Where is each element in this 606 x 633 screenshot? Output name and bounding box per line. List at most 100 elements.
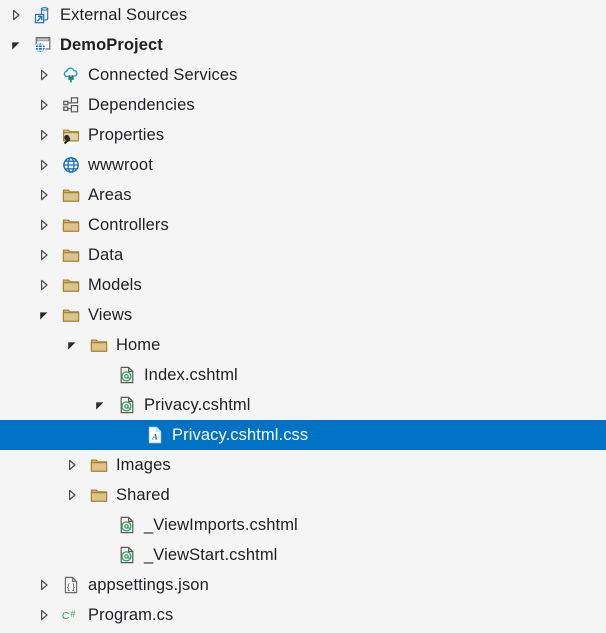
expander-expand-icon[interactable] [36,187,52,203]
tree-icon-gap [52,165,61,166]
tree-icon-gap [108,555,117,556]
json-file-icon: { } [61,575,81,595]
tree-item[interactable]: Index.cshtml [0,360,606,390]
globe-icon [61,155,81,175]
expander-collapse-icon[interactable] [92,397,108,413]
tree-item[interactable]: _ViewStart.cshtml [0,540,606,570]
svg-text:#: # [70,609,76,620]
folder-icon [61,245,81,265]
tree-icon-gap [80,495,89,496]
tree-icon-gap [52,585,61,586]
tree-item[interactable]: Privacy.cshtml [0,390,606,420]
expander-expand-icon[interactable] [36,247,52,263]
tree-item-label: _ViewStart.cshtml [144,545,278,564]
expander-collapse-icon[interactable] [64,337,80,353]
expander-collapse-icon[interactable] [8,37,24,53]
tree-item[interactable]: Properties [0,120,606,150]
expander-expand-icon[interactable] [36,97,52,113]
tree-icon-gap [108,375,117,376]
tree-item[interactable]: Connected Services [0,60,606,90]
tree-item-label: External Sources [60,5,188,24]
tree-item-label: Images [116,455,171,474]
tree-icon-gap [24,15,33,16]
tree-item-label: wwwroot [88,155,153,174]
expander-expand-icon[interactable] [36,217,52,233]
expander-expand-icon[interactable] [36,277,52,293]
expander-expand-icon[interactable] [64,487,80,503]
css-file-icon: A [145,425,165,445]
tree-icon-gap [52,225,61,226]
expander-expand-icon[interactable] [36,577,52,593]
external-sources-icon [33,5,53,25]
tree-item[interactable]: Views [0,300,606,330]
tree-item[interactable]: Images [0,450,606,480]
tree-icon-gap [80,345,89,346]
folder-icon [61,215,81,235]
tree-item-label: Connected Services [88,65,238,84]
tree-item[interactable]: Data [0,240,606,270]
tree-item[interactable]: Models [0,270,606,300]
tree-icon-gap [136,435,145,436]
tree-item-label: Properties [88,125,165,144]
expander-expand-icon[interactable] [36,127,52,143]
tree-item-label: Index.cshtml [144,365,238,384]
tree-icon-gap [52,135,61,136]
tree-item-label: Controllers [88,215,169,234]
tree-icon-gap [52,615,61,616]
tree-icon-gap [108,405,117,406]
tree-item[interactable]: A Privacy.cshtml.css [0,420,606,450]
expander-expand-icon[interactable] [36,607,52,623]
expander-expand-icon[interactable] [36,67,52,83]
expander-expand-icon[interactable] [36,157,52,173]
folder-icon [89,335,109,355]
tree-item[interactable]: C # Program.cs [0,600,606,630]
expander-placeholder [120,427,136,443]
tree-icon-gap [80,465,89,466]
tree-icon-gap [52,315,61,316]
tree-icon-gap [52,255,61,256]
expander-expand-icon[interactable] [64,457,80,473]
expander-placeholder [92,517,108,533]
tree-icon-gap [52,75,61,76]
tree-item-label: Home [116,335,161,354]
expander-collapse-icon[interactable] [36,307,52,323]
tree-item[interactable]: Areas [0,180,606,210]
solution-explorer-tree[interactable]: External Sources DemoProject Connected S… [0,0,606,633]
tree-item[interactable]: External Sources [0,0,606,30]
tree-item[interactable]: { } appsettings.json [0,570,606,600]
tree-item[interactable]: DemoProject [0,30,606,60]
expander-expand-icon[interactable] [8,7,24,23]
tree-item[interactable]: Shared [0,480,606,510]
connected-services-icon [61,65,81,85]
tree-item-label: Privacy.cshtml.css [172,425,309,444]
tree-icon-gap [24,45,33,46]
csharp-file-icon: C # [61,605,81,625]
folder-icon [89,455,109,475]
tree-icon-gap [108,525,117,526]
tree-item-label: Shared [116,485,170,504]
tree-item[interactable]: Controllers [0,210,606,240]
tree-item[interactable]: Home [0,330,606,360]
tree-item-label: Privacy.cshtml [144,395,251,414]
svg-text:{ }: { } [67,581,75,591]
expander-placeholder [92,547,108,563]
tree-item[interactable]: wwwroot [0,150,606,180]
tree-item[interactable]: Dependencies [0,90,606,120]
cshtml-file-icon [117,545,137,565]
tree-item[interactable]: _ViewImports.cshtml [0,510,606,540]
expander-placeholder [92,367,108,383]
